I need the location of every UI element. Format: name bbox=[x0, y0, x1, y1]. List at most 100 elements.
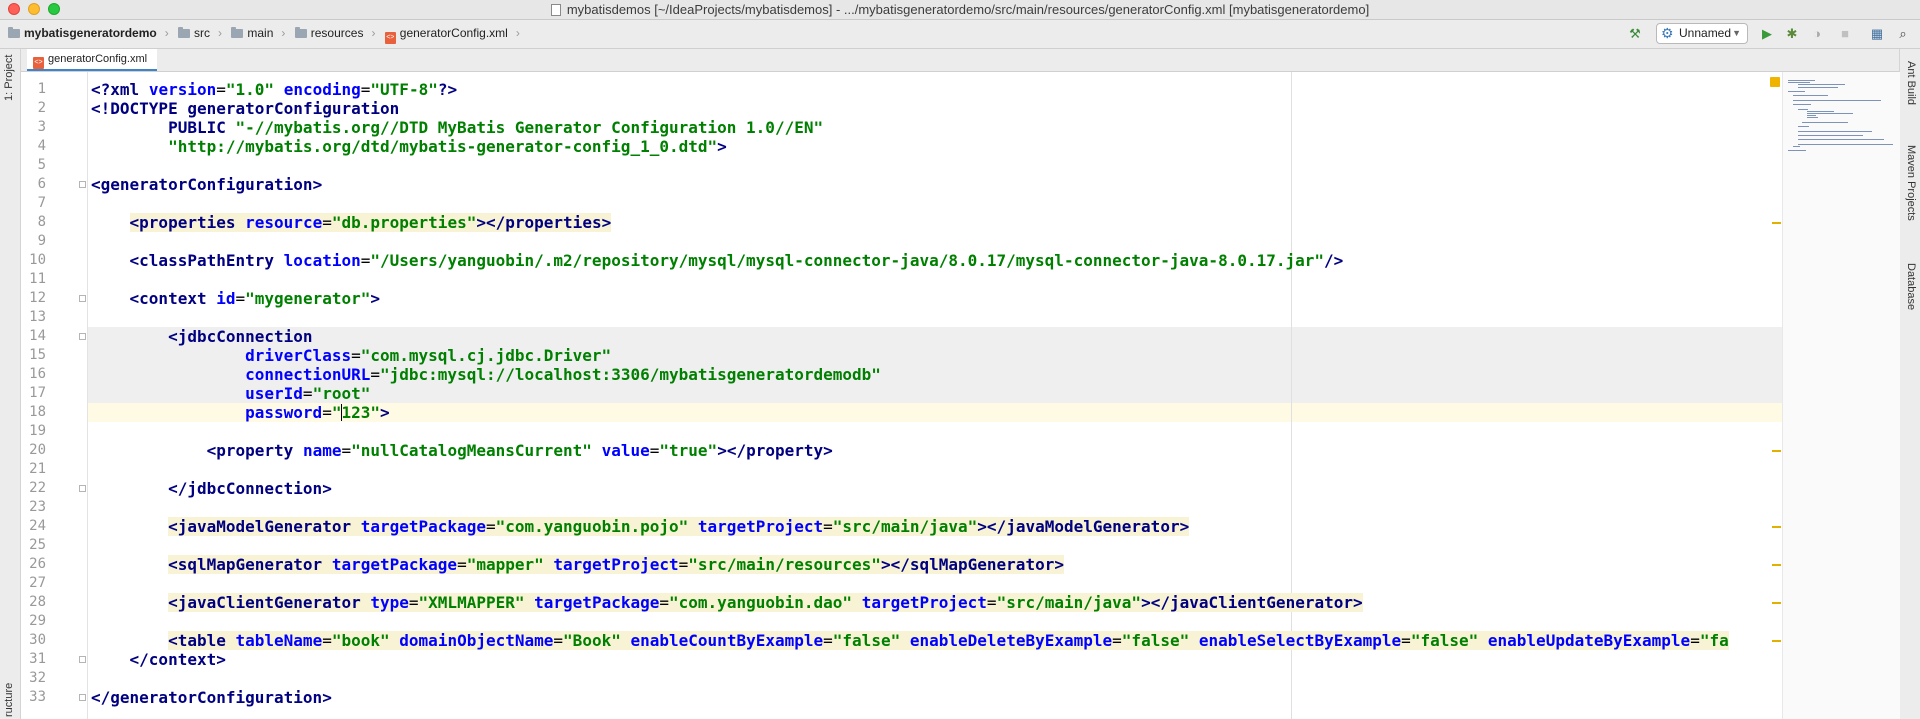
code-line: <?xml version="1.0" encoding="UTF-8"?> bbox=[91, 80, 458, 99]
breadcrumb-item-resources[interactable]: resources bbox=[294, 26, 363, 40]
minimap-line bbox=[1797, 86, 1839, 88]
minimap-line bbox=[1807, 117, 1818, 119]
line-number: 4 bbox=[37, 138, 46, 154]
chevron-right-icon: › bbox=[371, 26, 376, 40]
fold-toggle-icon[interactable] bbox=[79, 295, 86, 302]
editor-scrollbar-minimap[interactable] bbox=[1782, 72, 1900, 719]
code-line: password="123"> bbox=[245, 403, 390, 422]
warning-indicator-icon[interactable] bbox=[1770, 77, 1780, 87]
chevron-right-icon: › bbox=[164, 26, 169, 40]
fold-toggle-icon[interactable] bbox=[79, 333, 86, 340]
line-number: 23 bbox=[29, 499, 46, 515]
minimap-line bbox=[1797, 126, 1810, 128]
code-line: </generatorConfiguration> bbox=[91, 688, 332, 707]
maven-projects-tool-window-button[interactable]: Maven Projects bbox=[1905, 145, 1917, 221]
code-line: connectionURL="jdbc:mysql://localhost:33… bbox=[245, 365, 881, 384]
minimap-line bbox=[1802, 121, 1848, 123]
line-number: 16 bbox=[29, 366, 46, 382]
line-number: 17 bbox=[29, 385, 46, 401]
folder-icon bbox=[8, 27, 20, 38]
line-number: 24 bbox=[29, 518, 46, 534]
minimap-line bbox=[1807, 113, 1854, 114]
code-line: <generatorConfiguration> bbox=[91, 175, 323, 194]
minimap-line bbox=[1797, 108, 1809, 110]
line-number: 9 bbox=[37, 233, 46, 249]
line-number: 31 bbox=[29, 651, 46, 667]
line-number: 12 bbox=[29, 290, 46, 306]
fold-toggle-icon[interactable] bbox=[79, 694, 86, 701]
line-number: 25 bbox=[29, 537, 46, 553]
chevron-down-icon: ▼ bbox=[1732, 28, 1741, 38]
tab-generatorconfig-xml[interactable]: <> generatorConfig.xml bbox=[27, 49, 158, 71]
line-number: 29 bbox=[29, 613, 46, 629]
coverage-icon[interactable]: ◑ bbox=[1810, 27, 1824, 41]
window-title: mybatisdemos [~/IdeaProjects/mybatisdemo… bbox=[0, 2, 1920, 17]
editor-gutter[interactable]: 1 2 3 4 5 6 7 8 9 10 11 12 13 14 15 16 17 18 19 20 21 22 23 24 2… bbox=[21, 72, 88, 719]
minimap-line bbox=[1797, 130, 1872, 132]
line-number: 26 bbox=[29, 556, 46, 572]
folder-icon bbox=[178, 27, 191, 38]
project-tool-window-button[interactable]: 1: Project bbox=[3, 55, 15, 101]
chevron-right-icon: › bbox=[515, 26, 520, 40]
code-line: <properties resource="db.properties"></p… bbox=[129, 213, 612, 232]
project-structure-icon[interactable]: ▦ bbox=[1870, 27, 1884, 41]
minimap-line bbox=[1788, 91, 1805, 92]
window-title-text: mybatisdemos [~/IdeaProjects/mybatisdemo… bbox=[566, 2, 1370, 17]
code-line: <context id="mygenerator"> bbox=[129, 289, 381, 308]
warning-stripe-mark[interactable] bbox=[1772, 640, 1781, 642]
minimap-line bbox=[1788, 150, 1806, 152]
code-line: </context> bbox=[129, 650, 226, 669]
search-icon[interactable]: ⌕ bbox=[1896, 27, 1910, 41]
breadcrumb-item-file[interactable]: <> generatorConfig.xml bbox=[384, 26, 508, 44]
structure-tool-window-button[interactable]: ructure bbox=[3, 683, 15, 717]
line-number: 11 bbox=[29, 271, 46, 287]
ant-build-tool-window-button[interactable]: Ant Build bbox=[1905, 61, 1917, 105]
document-icon bbox=[550, 4, 561, 16]
window-title-bar: mybatisdemos [~/IdeaProjects/mybatisdemo… bbox=[0, 0, 1920, 20]
minimap-line bbox=[1797, 139, 1885, 141]
code-line: <table tableName="book" domainObjectName… bbox=[168, 631, 1729, 650]
warning-stripe-mark[interactable] bbox=[1772, 222, 1781, 224]
code-line: <property name="nullCatalogMeansCurrent"… bbox=[206, 441, 833, 460]
minimap-line bbox=[1788, 80, 1815, 81]
minimap-line bbox=[1792, 146, 1800, 147]
code-line: <jdbcConnection bbox=[168, 327, 313, 346]
warning-stripe-mark[interactable] bbox=[1772, 564, 1781, 566]
code-line: "http://mybatis.org/dtd/mybatis-generato… bbox=[168, 137, 727, 156]
chevron-right-icon: › bbox=[281, 26, 286, 40]
breadcrumb-item-project[interactable]: mybatisgeneratordemo bbox=[8, 26, 157, 40]
line-number: 10 bbox=[29, 252, 46, 268]
fold-toggle-icon[interactable] bbox=[79, 656, 86, 663]
run-icon[interactable]: ▶ bbox=[1760, 27, 1774, 41]
breadcrumb-item-src[interactable]: src bbox=[178, 26, 210, 40]
code-line: PUBLIC "-//mybatis.org//DTD MyBatis Gene… bbox=[168, 118, 824, 137]
line-number: 19 bbox=[29, 423, 46, 439]
code-line: </jdbcConnection> bbox=[168, 479, 332, 498]
debug-icon[interactable]: ✱ bbox=[1785, 27, 1799, 41]
code-editor[interactable]: <?xml version="1.0" encoding="UTF-8"?> <!… bbox=[88, 72, 1782, 719]
fold-toggle-icon[interactable] bbox=[79, 485, 86, 492]
line-number: 6 bbox=[37, 176, 46, 192]
run-configuration-label: Unnamed bbox=[1679, 26, 1732, 40]
line-number: 33 bbox=[29, 689, 46, 705]
warning-stripe-mark[interactable] bbox=[1772, 450, 1781, 452]
run-configuration-select[interactable]: ⚙ Unnamed ▼ bbox=[1656, 23, 1748, 44]
right-tool-window-bar: Ant Build Maven Projects Database bbox=[1899, 49, 1920, 719]
line-number: 7 bbox=[37, 195, 46, 211]
warning-stripe-mark[interactable] bbox=[1772, 602, 1781, 604]
minimap-line bbox=[1797, 135, 1863, 136]
minimap-line bbox=[1807, 115, 1817, 117]
database-tool-window-button[interactable]: Database bbox=[1905, 263, 1917, 310]
build-hammer-icon[interactable]: ⚒ bbox=[1628, 27, 1642, 41]
stop-icon[interactable]: ■ bbox=[1838, 27, 1852, 41]
minimap-line bbox=[1807, 110, 1834, 112]
breadcrumb-item-main[interactable]: main bbox=[231, 26, 273, 40]
minimap-line bbox=[1788, 82, 1811, 84]
warning-stripe-mark[interactable] bbox=[1772, 526, 1781, 528]
editor-tab-bar: <> generatorConfig.xml bbox=[21, 49, 1899, 72]
fold-toggle-icon[interactable] bbox=[79, 181, 86, 188]
code-line: <classPathEntry location="/Users/yanguob… bbox=[129, 251, 1344, 270]
line-number: 27 bbox=[29, 575, 46, 591]
minimap-line bbox=[1792, 104, 1811, 106]
line-number: 20 bbox=[29, 442, 46, 458]
